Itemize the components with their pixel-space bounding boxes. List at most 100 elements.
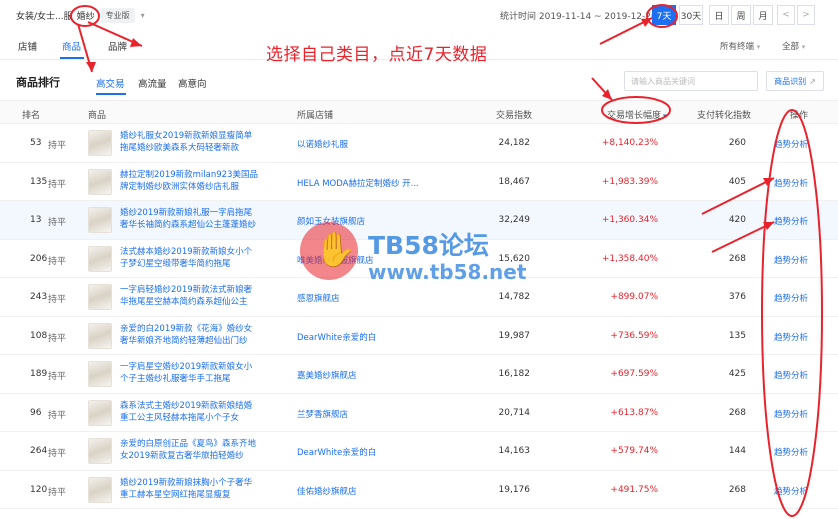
trend-analysis-link[interactable]: 趋势分析 [774, 292, 808, 304]
active-tab-indicator [60, 57, 84, 59]
tab-shop[interactable]: 店铺 [18, 39, 37, 53]
product-name-link[interactable]: 婚纱礼服女2019新款新娘显瘦简单拖尾婚纱欧美森系大码轻奢新款 [120, 130, 260, 156]
category-selected[interactable]: 婚纱 [77, 9, 95, 22]
product-thumbnail[interactable] [88, 399, 112, 426]
conversion-index: 268 [728, 484, 746, 495]
trade-index: 15,620 [498, 253, 531, 264]
shop-name-link[interactable]: 感恩旗舰店 [297, 292, 437, 304]
rank-value: 135 [30, 176, 48, 187]
product-thumbnail[interactable] [88, 284, 112, 310]
shop-name-link[interactable]: 佳佑婚纱旗舰店 [297, 485, 437, 497]
product-name-link[interactable]: 赫拉定制2019新款milan923美国品牌定制婚纱欧洲实体婚纱店礼服 [120, 169, 260, 195]
product-name-link[interactable]: 森系法式主婚纱2019新款新娘结婚重工公主风轻赫本拖尾小个子女 [120, 400, 260, 426]
product-thumbnail[interactable] [88, 361, 112, 387]
shop-name-link[interactable]: HELA MODA赫拉定制婚纱 开... [297, 177, 437, 189]
product-name-link[interactable]: 一字肩轻婚纱2019新款法式新娘奢华拖尾星空赫本简约森系超仙公主 [120, 284, 260, 310]
shop-name-link[interactable]: 颜如玉女装旗舰店 [297, 215, 437, 227]
trend-analysis-link[interactable]: 趋势分析 [774, 369, 808, 381]
product-thumbnail[interactable] [88, 130, 112, 156]
range-week-button[interactable]: 周 [731, 5, 751, 25]
conversion-index: 420 [728, 215, 746, 225]
rank-trend: 持平 [48, 372, 67, 382]
table-row[interactable]: 206 持平 法式赫本婚纱2019新款新娘女小个子梦幻星空缎带奢华简约拖尾 唯美婚纱礼… [0, 240, 838, 278]
trade-index: 19,987 [498, 330, 531, 341]
tab-brand[interactable]: 品牌 [108, 39, 127, 53]
trend-analysis-link[interactable]: 趋势分析 [774, 331, 808, 343]
trade-growth: +697.59% [610, 369, 658, 379]
chevron-down-icon[interactable]: ▾ [141, 11, 145, 20]
prev-period-button[interactable]: < [777, 5, 795, 25]
trend-analysis-link[interactable]: 趋势分析 [774, 446, 808, 458]
trend-analysis-link[interactable]: 趋势分析 [774, 215, 808, 227]
table-row[interactable]: 96 持平 森系法式主婚纱2019新款新娘结婚重工公主风轻赫本拖尾小个子女 兰梦香旗舰… [0, 394, 838, 432]
trade-growth: +1,983.39% [601, 176, 658, 187]
product-name-link[interactable]: 亲爱的白原创正品《夏鸟》森系齐地女2019新款复古奢华旅拍轻婚纱 [120, 438, 260, 464]
product-identify-button[interactable]: 商品识别 ↗ [766, 71, 824, 91]
product-name-link[interactable]: 婚纱2019新款新娘抹胸小个子奢华重工赫本星空网红拖尾显瘦复 [120, 477, 260, 503]
trade-index: 18,467 [498, 176, 531, 187]
table-row[interactable]: 53 持平 婚纱礼服女2019新款新娘显瘦简单拖尾婚纱欧美森系大码轻奢新款 以诺婚纱礼… [0, 124, 838, 163]
product-thumbnail[interactable] [88, 322, 112, 349]
range-30d-button[interactable]: 30天 [679, 5, 703, 25]
col-trade-index[interactable]: 交易指数 [496, 108, 532, 121]
table-row[interactable]: 243 持平 一字肩轻婚纱2019新款法式新娘奢华拖尾星空赫本简约森系超仙公主 感恩旗… [0, 278, 838, 317]
table-row[interactable]: 135 持平 赫拉定制2019新款milan923美国品牌定制婚纱欧洲实体婚纱店礼服… [0, 163, 838, 201]
shop-name-link[interactable]: 嘉美婚纱旗舰店 [297, 369, 437, 381]
col-conversion[interactable]: 支付转化指数 [697, 108, 751, 121]
range-day-button[interactable]: 日 [709, 5, 729, 25]
table-header: 排名 商品 所属店铺 交易指数 交易增长幅度 ▾ 支付转化指数 操作 [0, 100, 838, 124]
shop-name-link[interactable]: 以诺婚纱礼服 [297, 138, 437, 150]
col-growth-sort[interactable]: 交易增长幅度 ▾ [607, 108, 667, 121]
chevron-down-icon: ▾ [756, 43, 761, 51]
terminal-filter[interactable]: 所有终端 ▾ [720, 40, 760, 52]
product-name-link[interactable]: 亲爱的白2019新款《花海》婚纱女奢华新娘齐地简约轻薄超仙出门纱 [120, 323, 260, 349]
trade-index: 14,782 [498, 292, 531, 302]
tab-high-traffic[interactable]: 高流量 [138, 76, 167, 90]
product-name-link[interactable]: 婚纱2019新款新娘礼服一字肩拖尾奢华长袖简约森系超仙公主蓬蓬婚纱 [120, 207, 260, 233]
scope-filter[interactable]: 全部 ▾ [782, 40, 805, 52]
table-row[interactable]: 189 持平 一字肩星空婚纱2019新款新娘女小个子主婚纱礼服奢华手工拖尾 嘉美婚纱旗… [0, 355, 838, 394]
search-input[interactable] [624, 71, 758, 91]
trend-analysis-link[interactable]: 趋势分析 [774, 254, 808, 266]
rank-value: 206 [30, 253, 48, 264]
product-thumbnail[interactable] [88, 476, 112, 503]
rank-value: 189 [30, 369, 48, 379]
range-month-button[interactable]: 月 [753, 5, 773, 25]
rank-trend: 持平 [48, 256, 67, 267]
col-rank: 排名 [22, 111, 41, 121]
conversion-index: 425 [728, 369, 746, 379]
product-name-link[interactable]: 一字肩星空婚纱2019新款新娘女小个子主婚纱礼服奢华手工拖尾 [120, 361, 260, 387]
col-shop: 所属店铺 [297, 111, 334, 121]
table-row[interactable]: 13 持平 婚纱2019新款新娘礼服一字肩拖尾奢华长袖简约森系超仙公主蓬蓬婚纱 颜如玉… [0, 201, 838, 240]
table-row[interactable]: 120 持平 婚纱2019新款新娘抹胸小个子奢华重工赫本星空网红拖尾显瘦复 佳佑婚纱旗… [0, 471, 838, 509]
trend-analysis-link[interactable]: 趋势分析 [774, 485, 808, 497]
shop-name-link[interactable]: DearWhite亲爱的白 [297, 446, 437, 458]
product-thumbnail[interactable] [88, 207, 112, 233]
col-product: 商品 [88, 111, 107, 121]
trade-index: 19,176 [498, 484, 531, 495]
table-row[interactable]: 108 持平 亲爱的白2019新款《花海》婚纱女奢华新娘齐地简约轻薄超仙出门纱 Dea… [0, 317, 838, 355]
tab-high-intent[interactable]: 高意向 [178, 76, 207, 90]
trend-analysis-link[interactable]: 趋势分析 [774, 177, 808, 189]
category-breadcrumb[interactable]: 女装/女士...服 [16, 9, 73, 22]
active-subtab-indicator [96, 93, 126, 95]
trend-analysis-link[interactable]: 趋势分析 [774, 138, 808, 150]
rank-trend: 持平 [48, 449, 67, 459]
rank-trend: 持平 [48, 333, 67, 344]
table-row[interactable]: 264 持平 亲爱的白原创正品《夏鸟》森系齐地女2019新款复古奢华旅拍轻婚纱 Dea… [0, 432, 838, 471]
next-period-button[interactable]: > [797, 5, 815, 25]
trend-analysis-link[interactable]: 趋势分析 [774, 408, 808, 420]
trade-growth: +1,358.40% [601, 253, 658, 264]
tab-high-trade[interactable]: 高交易 [96, 76, 125, 90]
shop-name-link[interactable]: 唯美婚纱礼服旗舰店 [297, 254, 437, 266]
shop-name-link[interactable]: 兰梦香旗舰店 [297, 408, 437, 420]
trade-index: 20,714 [498, 407, 531, 418]
rank-value: 13 [30, 215, 42, 225]
tab-product[interactable]: 商品 [62, 39, 81, 53]
range-7d-button[interactable]: 7天 [652, 5, 676, 25]
shop-name-link[interactable]: DearWhite亲爱的白 [297, 331, 437, 343]
product-thumbnail[interactable] [88, 245, 112, 272]
product-thumbnail[interactable] [88, 438, 112, 464]
product-thumbnail[interactable] [88, 168, 112, 195]
product-name-link[interactable]: 法式赫本婚纱2019新款新娘女小个子梦幻星空缎带奢华简约拖尾 [120, 246, 260, 272]
